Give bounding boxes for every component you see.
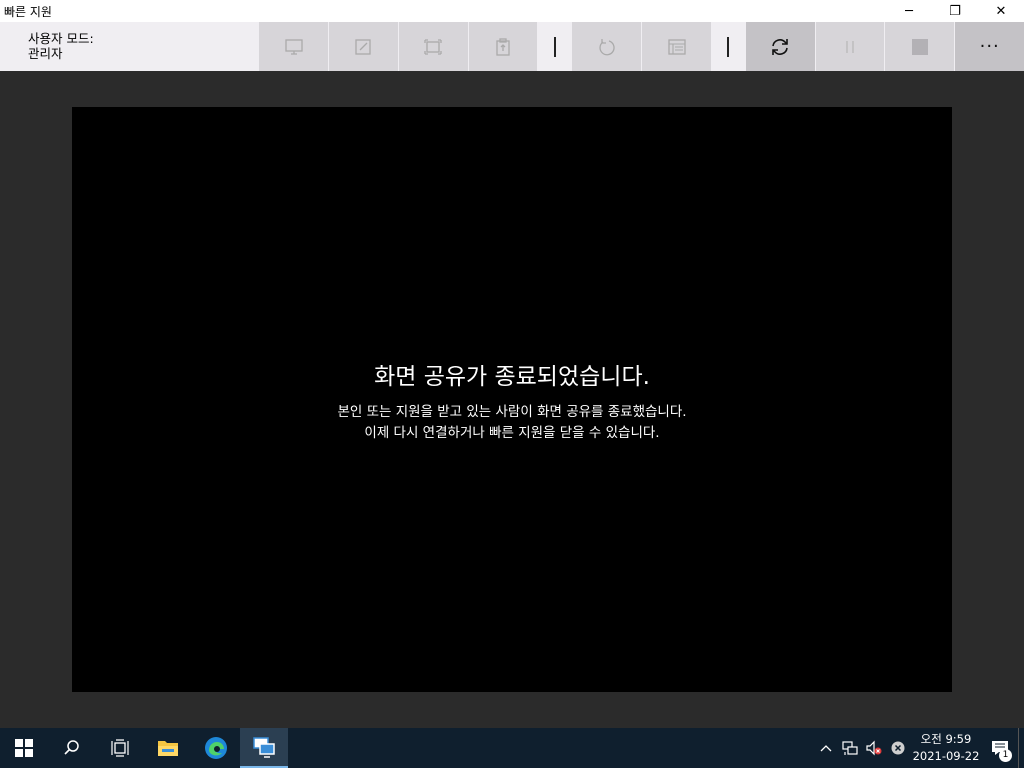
remote-screen: 화면 공유가 종료되었습니다. 본인 또는 지원을 받고 있는 사람이 화면 공… <box>72 107 952 692</box>
file-explorer-button[interactable] <box>144 728 192 768</box>
minimize-button[interactable]: ─ <box>886 0 932 22</box>
toolbar: 사용자 모드: 관리자 ··· <box>0 22 1024 71</box>
window-title: 빠른 지원 <box>4 4 52 19</box>
show-hidden-icons-button[interactable] <box>814 728 838 768</box>
clock[interactable]: 오전 9:59 2021-09-22 <box>910 731 982 765</box>
fit-screen-icon <box>424 38 442 55</box>
volume-muted-icon <box>866 740 882 756</box>
task-manager-button[interactable] <box>642 22 711 71</box>
stop-icon <box>911 38 928 55</box>
system-tray: 오전 9:59 2021-09-22 1 <box>814 728 1024 768</box>
message-line-1: 본인 또는 지원을 받고 있는 사람이 화면 공유를 종료했습니다. <box>337 404 687 420</box>
restore-icon: ❐ <box>949 3 961 19</box>
annotate-icon <box>355 38 372 55</box>
title-bar: 빠른 지원 ─ ❐ ✕ <box>0 0 1024 22</box>
monitor-icon <box>285 38 303 55</box>
restore-button[interactable]: ❐ <box>932 0 978 22</box>
toolbar-separator <box>538 22 572 71</box>
network-icon <box>842 741 858 755</box>
user-mode-value: 관리자 <box>28 46 63 61</box>
session-workspace: 화면 공유가 종료되었습니다. 본인 또는 지원을 받고 있는 사람이 화면 공… <box>0 71 1024 728</box>
session-ended-heading: 화면 공유가 종료되었습니다. <box>374 364 650 390</box>
toggle-clipboard-button[interactable] <box>468 22 538 71</box>
network-button[interactable] <box>838 728 862 768</box>
more-icon: ··· <box>979 36 1000 57</box>
pause-button[interactable] <box>815 22 885 71</box>
volume-button[interactable] <box>862 728 886 768</box>
quick-assist-icon <box>253 737 275 758</box>
restart-button[interactable] <box>572 22 642 71</box>
end-session-button[interactable] <box>885 22 955 71</box>
user-mode-label: 사용자 모드: <box>28 31 94 46</box>
file-explorer-icon <box>158 741 178 756</box>
search-icon <box>64 740 79 755</box>
reconnect-icon <box>772 38 789 55</box>
error-icon <box>891 741 905 755</box>
show-desktop-button[interactable] <box>1018 728 1024 768</box>
task-view-button[interactable] <box>96 728 144 768</box>
close-button[interactable]: ✕ <box>978 0 1024 22</box>
chevron-up-icon <box>820 745 832 752</box>
restart-icon <box>599 38 615 55</box>
action-center-button[interactable]: 1 <box>982 728 1018 768</box>
clock-time: 오전 9:59 <box>920 732 972 746</box>
reconnect-button[interactable] <box>745 22 815 71</box>
task-view-icon <box>111 739 129 757</box>
toolbar-separator <box>711 22 745 71</box>
quick-assist-button[interactable] <box>240 728 288 768</box>
select-monitor-button[interactable] <box>259 22 329 71</box>
minimize-icon: ─ <box>905 3 913 19</box>
notification-count-badge: 1 <box>999 749 1012 762</box>
edge-button[interactable] <box>192 728 240 768</box>
annotate-button[interactable] <box>329 22 398 71</box>
more-options-button[interactable]: ··· <box>955 22 1024 71</box>
search-button[interactable] <box>48 728 96 768</box>
message-line-2: 이제 다시 연결하거나 빠른 지원을 닫을 수 있습니다. <box>364 425 660 441</box>
user-mode: 사용자 모드: 관리자 <box>0 22 259 71</box>
close-icon: ✕ <box>995 3 1007 19</box>
task-manager-icon <box>667 38 686 55</box>
start-button[interactable] <box>0 728 48 768</box>
edge-icon <box>205 737 227 759</box>
windows-start-icon <box>15 739 33 757</box>
clock-date: 2021-09-22 <box>912 749 980 763</box>
clipboard-icon <box>496 37 510 56</box>
session-ended-message: 본인 또는 지원을 받고 있는 사람이 화면 공유를 종료했습니다. 이제 다시… <box>72 402 952 444</box>
taskbar: 오전 9:59 2021-09-22 1 <box>0 728 1024 768</box>
pause-icon <box>846 40 854 53</box>
actual-size-button[interactable] <box>398 22 468 71</box>
status-button[interactable] <box>886 728 910 768</box>
